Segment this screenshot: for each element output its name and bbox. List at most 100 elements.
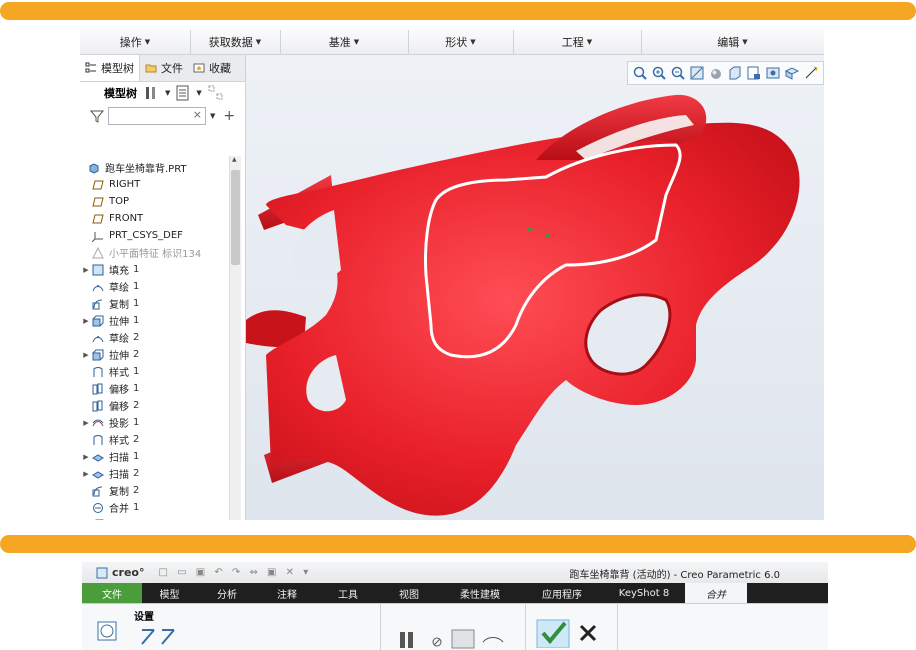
tree-item[interactable]: ▶ 扫描 1 xyxy=(80,448,228,465)
tree-item[interactable]: 样式 1 xyxy=(80,363,228,380)
creo-main-window: 操作 ▼ 获取数据 ▼ 基准 ▼ 形状 ▼ 工程 ▼ 编辑 ▼ 模型树 文件 收藏 模型树 … xyxy=(80,30,824,520)
tree-item[interactable]: PRT_CSYS_DEF xyxy=(80,227,228,244)
ribbon-tab[interactable]: KeyShot 8 xyxy=(603,583,685,603)
confirm-cancel-buttons[interactable] xyxy=(535,618,605,648)
tab-model-tree[interactable]: 模型树 xyxy=(80,55,140,81)
clear-icon[interactable]: × xyxy=(193,108,202,121)
ribbon-tab[interactable]: 合并 xyxy=(685,583,747,603)
tree-item[interactable]: ▶ 投影 1 xyxy=(80,414,228,431)
expand-arrow-icon[interactable]: ▶ xyxy=(80,317,92,325)
model-tree-panel: 模型树 文件 收藏 模型树 ▼ ▼ × ▼ + 跑车坐椅靠背.PRT RIGHT… xyxy=(80,55,246,520)
ribbon-tab[interactable]: 模型 xyxy=(142,583,197,603)
expand-arrow-icon[interactable]: ▶ xyxy=(80,419,92,427)
chevron-down-icon: ▼ xyxy=(255,38,262,46)
tree-item[interactable]: RIGHT xyxy=(80,176,228,193)
fill-icon xyxy=(92,264,104,276)
tree-item[interactable]: ▶ 拉伸 2 xyxy=(80,346,228,363)
tree-item[interactable]: 草绘 1 xyxy=(80,278,228,295)
tree-item-label: 拉伸 xyxy=(109,517,129,520)
tree-item-index: 2 xyxy=(133,332,140,343)
tree-toolbar: 模型树 ▼ ▼ xyxy=(80,82,245,104)
chevron-down-icon[interactable]: ▼ xyxy=(196,89,201,97)
expand-arrow-icon[interactable]: ▶ xyxy=(80,266,92,274)
expand-arrow-icon[interactable]: ▶ xyxy=(80,470,92,478)
app-window-icon xyxy=(96,567,108,578)
copy-icon xyxy=(92,485,104,497)
ribbon-group-editing[interactable]: 编辑 ▼ xyxy=(641,30,824,54)
tree-item-index: 2 xyxy=(133,485,140,496)
tree-item[interactable]: FRONT xyxy=(80,210,228,227)
tree-item-label: 复制 xyxy=(109,300,129,311)
add-icon[interactable]: + xyxy=(223,108,235,124)
chevron-down-icon[interactable]: ▼ xyxy=(165,89,170,97)
tree-item[interactable]: TOP xyxy=(80,193,228,210)
ribbon-group-get-data[interactable]: 获取数据 ▼ xyxy=(190,30,281,54)
sketch-icon xyxy=(92,281,104,293)
creo-merge-window: creo° □ ▭ ▣ ↶ ↷ ⇔ ▣ ✕ ▾ 跑车坐椅靠背 (活动的) - C… xyxy=(82,562,828,650)
tree-item[interactable]: ▶ 扫描 2 xyxy=(80,465,228,482)
tree-item[interactable]: 复制 1 xyxy=(80,295,228,312)
ribbon-group-shapes[interactable]: 形状 ▼ xyxy=(408,30,514,54)
merge-direction-icon[interactable] xyxy=(140,628,180,646)
part-icon xyxy=(88,162,100,174)
tree-item-label: 填充 xyxy=(109,266,129,277)
tree-item-index: 1 xyxy=(133,281,140,292)
tab-label: 模型树 xyxy=(101,62,134,75)
tree-item[interactable]: 合并 1 xyxy=(80,499,228,516)
tab-label: 收藏 xyxy=(209,62,231,75)
tree-item[interactable]: 小平面特征 标识134 xyxy=(80,244,228,261)
tree-item-index: 2 xyxy=(133,400,140,411)
ribbon-tab[interactable]: 应用程序 xyxy=(521,583,603,603)
scrollbar-thumb[interactable] xyxy=(231,170,240,265)
search-input[interactable]: × xyxy=(108,107,206,125)
filter-icon[interactable] xyxy=(90,109,104,123)
expand-arrow-icon[interactable]: ▶ xyxy=(80,453,92,461)
tree-filter-icon[interactable] xyxy=(208,85,224,101)
chevron-down-icon[interactable]: ▼ xyxy=(210,112,215,120)
ribbon-group-label: 编辑 xyxy=(717,36,740,49)
tree-item-label: TOP xyxy=(109,196,130,207)
ribbon-group-operations[interactable]: 操作 ▼ xyxy=(80,30,191,54)
tree-item[interactable]: 草绘 2 xyxy=(80,329,228,346)
tree-item-label: PRT_CSYS_DEF xyxy=(109,230,183,241)
tree-item[interactable]: ▶ 拉伸 1 xyxy=(80,312,228,329)
merge-ribbon: 设置 xyxy=(82,603,828,650)
ribbon-tab[interactable]: 注释 xyxy=(257,583,317,603)
ribbon-tab[interactable]: 柔性建模 xyxy=(439,583,521,603)
tree-item[interactable]: 跑车坐椅靠背.PRT xyxy=(80,159,228,176)
ribbon-tab[interactable]: 分析 xyxy=(197,583,257,603)
ribbon-tab[interactable]: 视图 xyxy=(379,583,439,603)
favorites-icon xyxy=(193,63,205,73)
datum-plane-icon xyxy=(92,213,104,225)
title-bar: creo° □ ▭ ▣ ↶ ↷ ⇔ ▣ ✕ ▾ 跑车坐椅靠背 (活动的) - C… xyxy=(82,562,828,583)
tree-item[interactable]: ▶拉伸3 xyxy=(80,516,228,520)
ribbon-tab[interactable]: 文件 xyxy=(82,583,142,603)
scroll-up-icon[interactable]: ▲ xyxy=(232,156,237,163)
quick-access-toolbar[interactable]: □ ▭ ▣ ↶ ↷ ⇔ ▣ ✕ ▾ xyxy=(158,567,311,578)
ribbon-group-datum[interactable]: 基准 ▼ xyxy=(280,30,409,54)
show-options-icon[interactable] xyxy=(176,85,190,101)
ribbon-tab[interactable]: 工具 xyxy=(317,583,379,603)
tree-item-label: 样式 xyxy=(109,436,129,447)
sketch-icon xyxy=(92,332,104,344)
tree-item[interactable]: 偏移 1 xyxy=(80,380,228,397)
graphics-viewport[interactable] xyxy=(246,55,824,520)
tab-favorites[interactable]: 收藏 xyxy=(188,55,236,81)
tree-item-index: 1 xyxy=(133,264,140,275)
settings-tools-icon[interactable] xyxy=(143,85,159,101)
tree-item-index: 1 xyxy=(133,315,140,326)
seat-back-3d-model[interactable] xyxy=(246,55,824,520)
tab-files[interactable]: 文件 xyxy=(140,55,188,81)
model-tree-icon xyxy=(85,62,96,73)
chevron-down-icon: ▼ xyxy=(470,38,476,46)
tree-item-label: 偏移 xyxy=(109,385,129,396)
tree-item[interactable]: ▶ 填充 1 xyxy=(80,261,228,278)
expand-arrow-icon[interactable]: ▶ xyxy=(80,351,92,359)
tree-item[interactable]: 复制 2 xyxy=(80,482,228,499)
tree-item[interactable]: 样式 2 xyxy=(80,431,228,448)
ribbon-group-engineering[interactable]: 工程 ▼ xyxy=(513,30,642,54)
ribbon-group-label: 操作 xyxy=(119,36,142,49)
pause-preview-icons[interactable] xyxy=(397,626,507,650)
tree-item[interactable]: 偏移 2 xyxy=(80,397,228,414)
tree-scrollbar[interactable]: ▲ xyxy=(229,156,241,520)
